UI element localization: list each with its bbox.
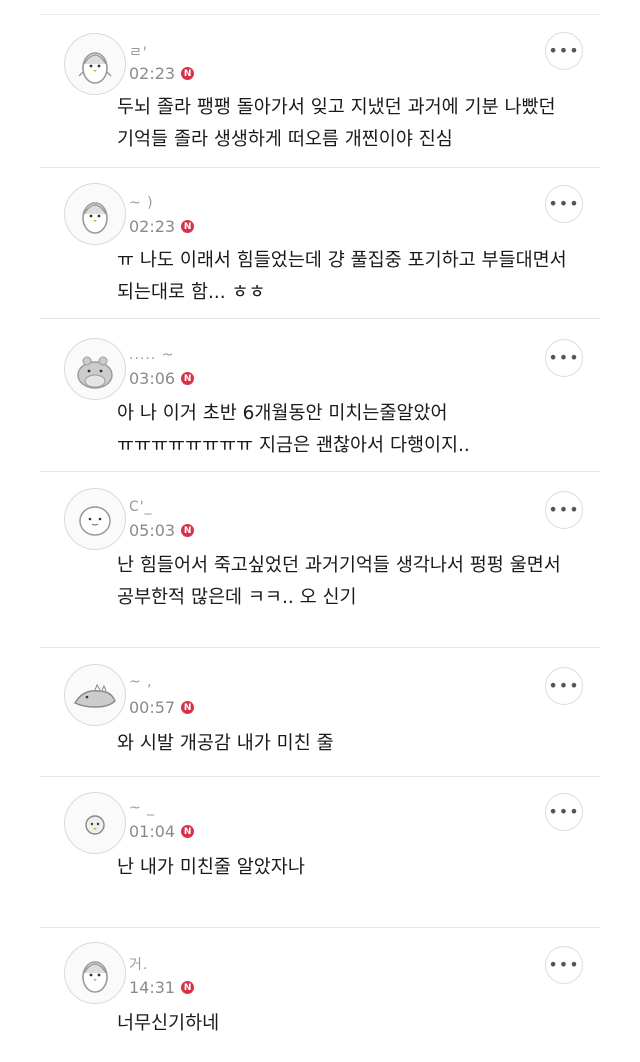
new-badge: N: [181, 701, 195, 714]
new-badge: N: [181, 981, 195, 994]
time-text: 03:06: [129, 369, 176, 388]
commenter-name: ~ ,: [129, 674, 153, 690]
top-divider: [40, 14, 600, 15]
more-options-button[interactable]: •••: [545, 32, 583, 70]
more-options-button[interactable]: •••: [545, 491, 583, 529]
new-badge: N: [181, 220, 195, 233]
divider: [40, 647, 600, 648]
time-text: 02:23: [129, 217, 176, 236]
comment-text: 난 힘들어서 죽고싶었던 과거기억들 생각나서 펑펑 울면서 공부한적 많은데 …: [117, 555, 561, 608]
commenter-name: ~ _: [129, 800, 156, 816]
comment-text: ㅠ 나도 이래서 힘들었는데 걍 풀집중 포기하고 부들대면서 되는대로 함..…: [117, 250, 567, 303]
time-text: 02:23: [129, 64, 176, 83]
divider: [40, 318, 600, 319]
more-options-button[interactable]: •••: [545, 793, 583, 831]
comment-text: 너무신기하네: [117, 1013, 220, 1034]
penguin-avatar[interactable]: [64, 942, 126, 1004]
blob-avatar[interactable]: [64, 488, 126, 550]
new-badge: N: [181, 825, 195, 838]
commenter-name: 거.: [129, 957, 149, 973]
more-options-button[interactable]: •••: [545, 185, 583, 223]
divider: [40, 471, 600, 472]
comment-time: 14:31 N: [129, 978, 195, 997]
time-text: 00:57: [129, 698, 176, 717]
comment-time: 00:57 N: [129, 698, 195, 717]
comment-time: 05:03 N: [129, 521, 195, 540]
commenter-name: C'_: [129, 499, 153, 515]
penguin-avatar[interactable]: [64, 183, 126, 245]
time-text: 05:03: [129, 521, 176, 540]
divider: [40, 927, 600, 928]
more-options-button[interactable]: •••: [545, 339, 583, 377]
dino-avatar[interactable]: [64, 664, 126, 726]
comment-text: 와 시발 개공감 내가 미친 줄: [117, 733, 334, 754]
time-text: 01:04: [129, 822, 176, 841]
comment-text: 아 나 이거 초반 6개월동안 미치는줄알았어 ㅠㅠㅠㅠㅠㅠㅠㅠ 지금은 괜찮아…: [117, 403, 470, 456]
comment-time: 03:06 N: [129, 369, 195, 388]
comment-text: 두뇌 졸라 팽팽 돌아가서 잊고 지냈던 과거에 기분 나빴던 기억들 졸라 생…: [117, 97, 556, 150]
chick-avatar[interactable]: [64, 792, 126, 854]
time-text: 14:31: [129, 978, 176, 997]
more-options-button[interactable]: •••: [545, 667, 583, 705]
new-badge: N: [181, 67, 195, 80]
commenter-name: ..... ~: [129, 347, 175, 363]
comment-text: 난 내가 미친줄 알았자나: [117, 857, 305, 878]
more-options-button[interactable]: •••: [545, 946, 583, 984]
comment-time: 02:23 N: [129, 64, 195, 83]
commenter-name: ~ ): [129, 195, 154, 211]
divider: [40, 776, 600, 777]
penguin-avatar[interactable]: [64, 33, 126, 95]
commenter-name: ㄹ': [129, 45, 148, 61]
new-badge: N: [181, 524, 195, 537]
comment-time: 01:04 N: [129, 822, 195, 841]
comment-time: 02:23 N: [129, 217, 195, 236]
hippo-avatar[interactable]: [64, 338, 126, 400]
new-badge: N: [181, 372, 195, 385]
divider: [40, 167, 600, 168]
